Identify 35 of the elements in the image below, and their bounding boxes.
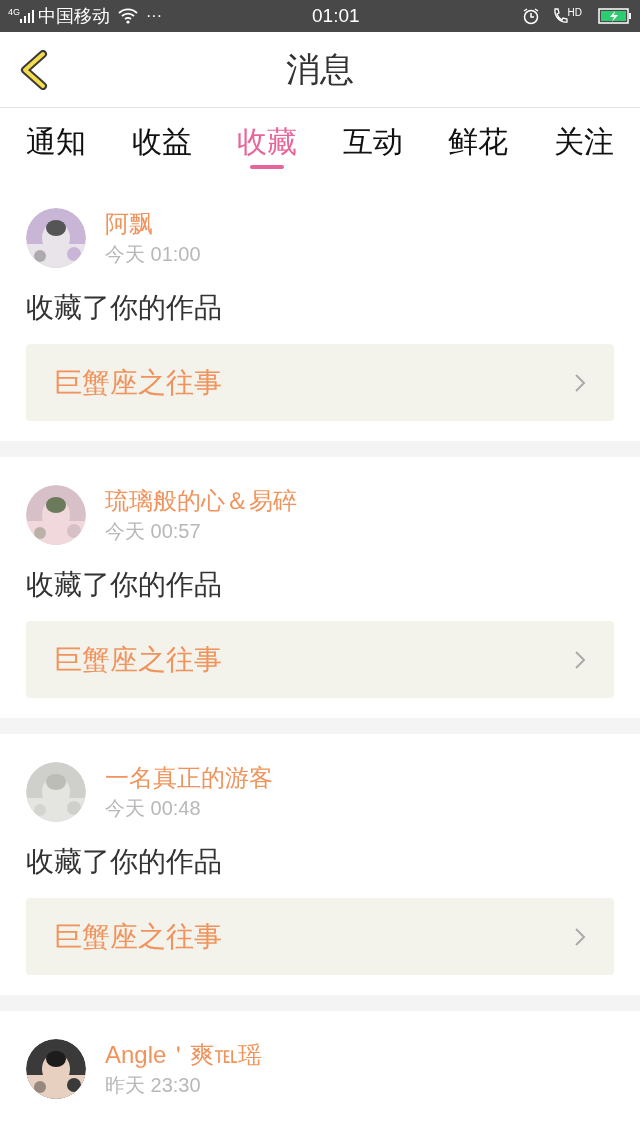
signal-icon [20, 9, 34, 23]
tab[interactable]: 收藏 [237, 124, 298, 169]
tab[interactable]: 鲜花 [448, 124, 509, 169]
network-label: 4G [8, 8, 20, 17]
message-text: 收藏了你的作品 [26, 845, 223, 879]
user-name[interactable]: 琉璃般的心＆易碎 [105, 485, 297, 517]
tab[interactable]: 关注 [553, 124, 614, 169]
wifi-icon [118, 8, 138, 24]
user-name[interactable]: 一名真正的游客 [105, 762, 273, 794]
clock-time: 01:01 [312, 3, 360, 28]
chevron-right-icon [574, 926, 586, 947]
more-indicator: ··· [146, 6, 162, 26]
user-name[interactable]: 阿飘 [105, 208, 201, 240]
battery-charging-icon [598, 8, 632, 24]
tab[interactable]: 通知 [26, 124, 86, 169]
back-chevron-icon [19, 50, 49, 90]
work-link[interactable]: 巨蟹座之往事 [26, 621, 614, 698]
page-title: 消息 [286, 49, 354, 90]
work-link[interactable]: 巨蟹座之往事 [26, 898, 614, 975]
hd-label: HD [567, 6, 582, 20]
phone-icon [551, 7, 568, 25]
message-time: 今天 00:57 [105, 519, 202, 544]
message-time: 今天 00:48 [105, 796, 202, 821]
alarm-icon [521, 7, 540, 25]
chevron-right-icon [574, 372, 586, 393]
carrier-name: 中国移动 [38, 4, 110, 28]
chevron-right-icon [574, 649, 586, 670]
message-time: 今天 01:00 [105, 242, 201, 267]
message-time: 昨天 23:30 [105, 1073, 202, 1098]
user-name[interactable]: Angle＇爽℡瑶 [105, 1039, 263, 1071]
tab[interactable]: 收益 [131, 124, 192, 169]
message-text: 收藏了你的作品 [26, 291, 223, 325]
message-text: 收藏了你的作品 [26, 568, 223, 602]
work-link[interactable]: 巨蟹座之往事 [26, 344, 614, 421]
tab[interactable]: 互动 [342, 124, 403, 169]
